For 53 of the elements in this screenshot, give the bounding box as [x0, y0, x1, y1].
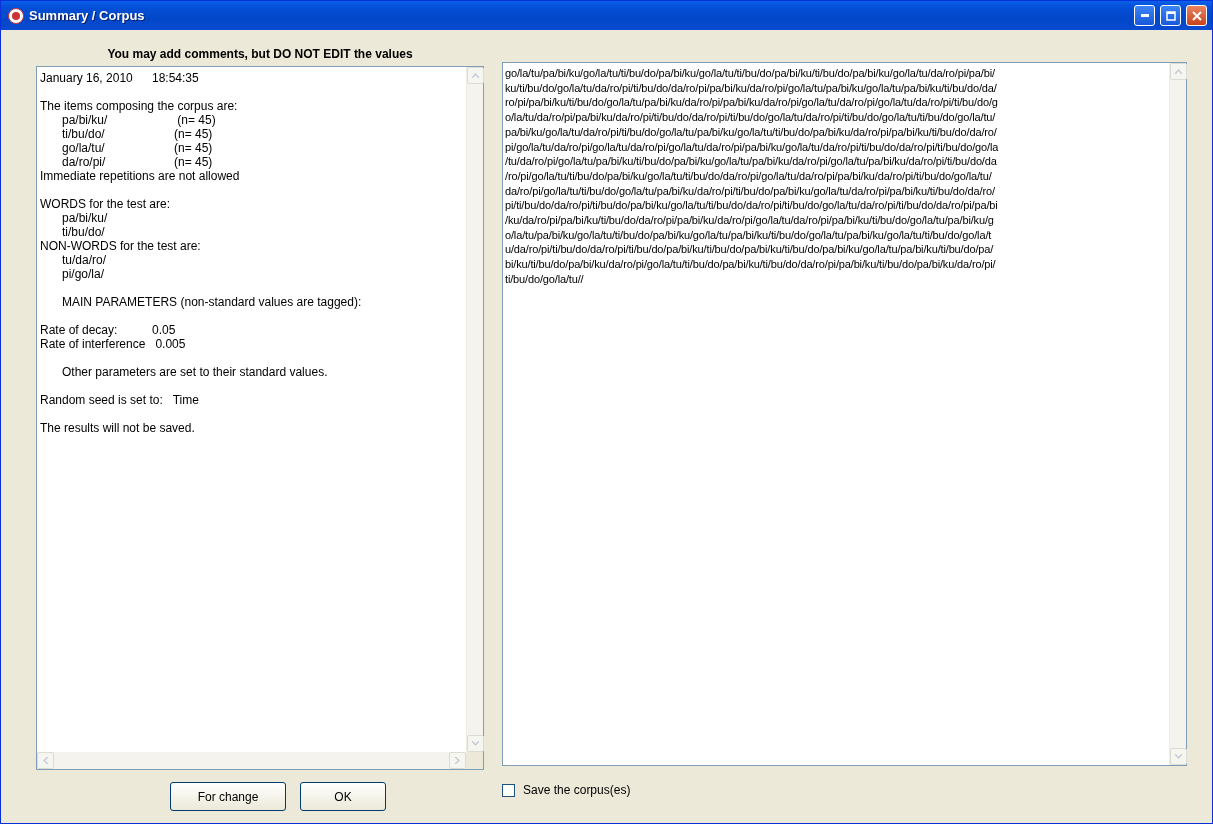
dialog-button[interactable]: For change — [170, 782, 286, 811]
scroll-down-icon[interactable] — [467, 735, 484, 752]
summary-value: (n= 45) — [174, 155, 213, 169]
summary-line: WORDS for the test are: — [40, 197, 171, 211]
summary-value: January 16, 2010 — [40, 71, 134, 85]
summary-line: Other parameters are set to their standard values. — [62, 365, 328, 379]
checkbox-label: Save the corpus(es) — [523, 783, 631, 797]
vertical-scrollbar[interactable] — [466, 67, 483, 752]
summary-value: (n= 45) — [174, 141, 213, 155]
maximize-icon — [1165, 10, 1176, 21]
summary-line: ti/bu/do/ — [62, 225, 105, 239]
summary-line: The results will not be saved. — [40, 421, 195, 435]
summary-line: pi/go/la/ — [62, 267, 105, 281]
summary-line: MAIN PARAMETERS (non-standard values are tagged): — [62, 295, 362, 309]
summary-value: 0.005 — [155, 337, 186, 351]
corpus-text-area[interactable] — [502, 62, 1187, 766]
summary-line: Immediate repetitions are not allowed — [40, 169, 240, 183]
summary-value: Time — [172, 393, 199, 407]
summary-value: Rate of interference — [40, 337, 147, 351]
summary-value: Rate of decay: — [40, 323, 119, 337]
summary-line: tu/da/ro/ — [62, 253, 107, 267]
minimize-icon — [1140, 14, 1149, 17]
horizontal-scrollbar[interactable] — [37, 752, 466, 769]
summary-value: da/ro/pi/ — [62, 155, 107, 169]
dialog-button[interactable]: OK — [300, 782, 386, 811]
summary-value: Random seed is set to: — [40, 393, 164, 407]
scroll-left-icon[interactable] — [37, 752, 54, 769]
summary-value: (n= 45) — [174, 127, 213, 141]
summary-line: The items composing the corpus are: — [40, 99, 238, 113]
summary-text-area[interactable] — [36, 66, 484, 770]
app-icon — [8, 7, 24, 24]
save-checkbox[interactable] — [502, 783, 515, 797]
maximize-button[interactable] — [1160, 5, 1181, 26]
close-icon — [1191, 10, 1202, 21]
scroll-down-icon[interactable] — [1170, 748, 1187, 765]
summary-value: ti/bu/do/ — [62, 127, 106, 141]
summary-value: pa/bi/ku/ — [62, 113, 109, 127]
window-title: Summary / Corpus — [29, 8, 146, 23]
vertical-scrollbar[interactable] — [1169, 63, 1186, 765]
corpus-text: go/la/tu/pa/bi/ku/go/la/tu/ti/bu/do/pa/bi/ku/go/la/tu/ti/bu/do/pa/bi/ku/ti/bu/do/pa/bi/ku/go/la/tu/da/ro/pi/pa/bi/ ku/ti/bu/do/go/la/tu/da/ro/pi/ti/bu/do/da/ro/pi/pa/bi/ku/da/ro/pi/go/la/tu/pa/bi/ku/go/la/tu/pa/bi/ku/ti/bu/do/da/ ro/pi/pa/bi/ku/ti/bu/do/go/la/tu/pa/bi/ku/da/ro/pi/pa/bi/ku/da/ro/pi/go/la/tu/da/ro/pi/go/la/tu/da/ro/pi/ti/bu/do/g o/la/tu/da/ro/pi/pa/bi/ku/da/ro/pi/ti/bu/do/da/ro/pi/ti/bu/do/go/la/tu/da/ro/pi/ti/bu/do/go/la/tu/ti/bu/do/go/la/tu/ pa/bi/ku/go/la/tu/da/ro/pi/ti/bu/do/go/la/tu/pa/bi/ku/go/la/tu/ti/bu/do/pa/bi/ku/da/ro/pi/pa/bi/ku/ti/bu/do/da/ro/ pi/go/la/tu/da/ro/pi/go/la/tu/da/ro/pi/go/la/tu/da/ro/pi/pa/bi/ku/go/la/tu/da/ro/pi/ti/bu/do/da/ro/pi/ti/bu/do/go/la /tu/da/ro/pi/go/la/tu/pa/bi/ku/ti/bu/do/pa/bi/ku/go/la/tu/pa/bi/ku/da/ro/pi/go/la/tu/pa/bi/ku/da/ro/pi/ti/bu/do/da /ro/pi/go/la/tu/ti/bu/do/pa/bi/ku/go/la/tu/ti/bu/do/da/ro/pi/go/la/tu/da/ro/pi/pa/bi/ku/da/ro/pi/ti/bu/do/go/la/tu/ da/ro/pi/go/la/tu/ti/bu/do/go/la/tu/pa/bi/ku/da/ro/pi/ti/bu/do/pa/bi/ku/go/la/tu/da/ro/pi/pa/bi/ku/ti/bu/do/da/ro/ pi/ti/bu/do/da/ro/pi/ti/bu/do/pa/bi/ku/go/la/tu/ti/bu/do/da/ro/pi/ti/bu/do/go/la/tu/da/ro/pi/ti/bu/do/da/ro/pi/pa/bi /ku/da/ro/pi/pa/bi/ku/ti/bu/do/da/ro/pi/pa/bi/ku/da/ro/pi/go/la/tu/da/ro/pi/pa/bi/ku/ti/bu/do/go/la/tu/pa/bi/ku/g o/la/tu/pa/bi/ku/go/la/tu/ti/bu/do/pa/bi/ku/go/la/tu/pa/bi/ku/ti/bu/do/go/la/tu/pa/bi/ku/go/la/tu/ti/bu/do/go/la/t u/da/ro/pi/ti/bu/do/da/ro/pi/ti/bu/do/pa/bi/ku/ti/bu/do/pa/bi/ku/ti/bu/do/pa/bi/ku/go/la/tu/pa/bi/ku/ti/bu/do/pa/ bi/ku/ti/bu/do/pa/bi/ku/da/ro/pi/go/la/tu/ti/bu/do/pa/bi/ku/ti/bu/do/da/ro/pi/pa/bi/ku/ti/bu/do/pa/bi/ku/da/ro/pi/ ti/bu/do/go/la/tu// — [504, 66, 1000, 287]
summary-value: go/la/tu/ — [62, 141, 106, 155]
scrollbar-corner — [466, 752, 483, 769]
scroll-up-icon[interactable] — [1170, 63, 1187, 80]
summary-value: (n= 45) — [176, 113, 216, 127]
summary-value: 0.05 — [152, 323, 176, 337]
summary-value: 18:54:35 — [152, 71, 199, 85]
scroll-right-icon[interactable] — [449, 752, 466, 769]
instruction-heading: You may add comments, but DO NOT EDIT the values — [106, 46, 414, 63]
scroll-up-icon[interactable] — [467, 67, 484, 84]
minimize-button[interactable] — [1134, 5, 1155, 26]
summary-line: NON-WORDS for the test are: — [40, 239, 201, 253]
close-button[interactable] — [1186, 5, 1207, 26]
summary-line: pa/bi/ku/ — [62, 211, 108, 225]
